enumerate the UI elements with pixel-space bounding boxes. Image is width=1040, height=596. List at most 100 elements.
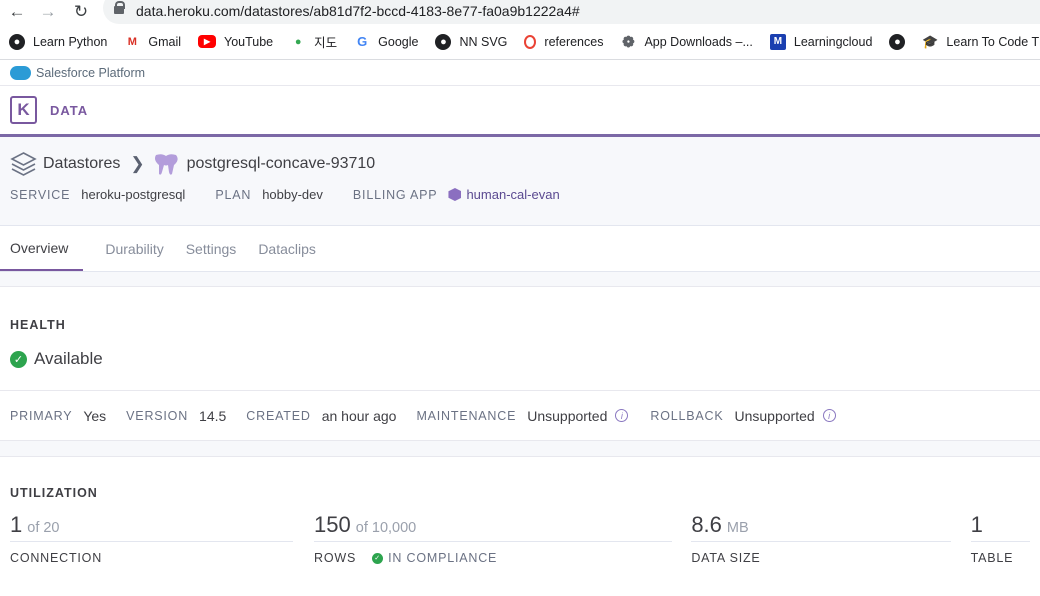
bookmark-google[interactable]: G Google bbox=[354, 34, 418, 50]
bookmark-learningcloud[interactable]: M Learningcloud bbox=[769, 33, 872, 50]
globe-icon: ● bbox=[9, 33, 25, 50]
google-icon: G bbox=[357, 34, 368, 49]
bookmark-nn-svg[interactable]: ● NN SVG bbox=[435, 33, 507, 50]
metric-table: 1 TABLE bbox=[970, 512, 1030, 565]
health-section: HEALTH ✓ Available bbox=[0, 287, 1040, 391]
app-hexagon-icon bbox=[448, 188, 462, 201]
utilization-title: UTILIZATION bbox=[10, 486, 98, 500]
tab-dataclips[interactable]: Dataclips bbox=[258, 226, 316, 271]
tab-overview[interactable]: Overview bbox=[0, 226, 84, 271]
salesforce-label[interactable]: Salesforce Platform bbox=[36, 66, 145, 80]
datastore-name: postgresql-concave-93710 bbox=[186, 155, 376, 172]
section-separator bbox=[0, 440, 1040, 457]
info-version-key: VERSION bbox=[126, 408, 189, 423]
info-created-key: CREATED bbox=[246, 408, 311, 423]
section-separator bbox=[0, 272, 1040, 287]
metric-connection-limit: of 20 bbox=[27, 520, 60, 536]
globe-icon: ● bbox=[435, 33, 452, 50]
metric-rows-label: ROWS bbox=[314, 551, 357, 565]
metric-rows-value: 150 bbox=[314, 512, 351, 537]
data-label[interactable]: DATA bbox=[50, 103, 88, 118]
info-primary-key: PRIMARY bbox=[10, 408, 73, 423]
info-created-value: an hour ago bbox=[321, 407, 397, 424]
bookmark-gmail[interactable]: M Gmail bbox=[124, 34, 181, 50]
metric-rows: 150 of 10,000 ROWS ✓ IN COMPLIANCE bbox=[314, 512, 673, 565]
meta-plan-key: PLAN bbox=[215, 187, 252, 202]
metric-data-size-value: 8.6 bbox=[691, 512, 722, 537]
bookmark-references[interactable]: references bbox=[524, 34, 603, 49]
app-header: K DATA bbox=[0, 86, 1040, 137]
graduation-cap-icon: 🎓 bbox=[922, 33, 939, 49]
tab-settings[interactable]: Settings bbox=[186, 226, 237, 271]
lock-icon bbox=[114, 1, 125, 18]
bookmark-app-downloads[interactable]: ❁ App Downloads –... bbox=[620, 33, 753, 51]
check-circle-icon: ✓ bbox=[10, 350, 27, 368]
forward-arrow-icon[interactable]: → bbox=[37, 2, 59, 22]
meta-service-key: SERVICE bbox=[10, 187, 71, 202]
breadcrumb-datastores[interactable]: Datastores bbox=[43, 155, 120, 173]
metric-rows-limit: of 10,000 bbox=[355, 520, 417, 536]
meta-service-value: heroku-postgresql bbox=[81, 187, 186, 202]
salesforce-cloud-icon bbox=[10, 65, 31, 80]
metric-data-size: 8.6 MB DATA SIZE bbox=[691, 512, 951, 565]
bookmark-learn-to-code[interactable]: 🎓Learn To Code The... bbox=[922, 34, 1040, 50]
gmail-icon: M bbox=[127, 35, 137, 48]
youtube-icon: ▶ bbox=[198, 35, 217, 48]
postgres-icon bbox=[154, 154, 178, 175]
health-status: ✓ Available bbox=[10, 349, 1030, 369]
metric-table-label: TABLE bbox=[970, 551, 1014, 565]
metric-rows-values: 150 of 10,000 bbox=[314, 512, 673, 542]
heroku-logo-icon[interactable]: K bbox=[10, 96, 37, 124]
utilization-metrics: 1 of 20 CONNECTION 150 of 10,000 ROWS ✓ … bbox=[10, 512, 1030, 565]
address-bar[interactable]: data.heroku.com/datastores/ab81d7f2-bccd… bbox=[103, 0, 1040, 24]
bookmarks-bar: ● Learn Python M Gmail ▶ YouTube ● 지도 G Googl… bbox=[0, 24, 1040, 60]
chevron-right-icon: ❯ bbox=[130, 154, 145, 173]
learningcloud-icon: M bbox=[769, 33, 786, 50]
metric-table-values: 1 bbox=[970, 512, 1030, 542]
url-text[interactable]: data.heroku.com/datastores/ab81d7f2-bccd… bbox=[136, 3, 580, 19]
bookmark-globe[interactable]: ● bbox=[889, 33, 906, 50]
meta-billing-key: BILLING APP bbox=[352, 187, 438, 202]
metric-connection-values: 1 of 20 bbox=[10, 512, 294, 542]
gear-icon: ❁ bbox=[622, 33, 635, 51]
meta-billing-app-link[interactable]: human-cal-evan bbox=[466, 187, 559, 202]
reload-icon[interactable]: ↻ bbox=[70, 2, 92, 22]
salesforce-bar: Salesforce Platform bbox=[0, 60, 1040, 86]
info-maintenance-value: Unsupported bbox=[527, 407, 608, 424]
metric-data-size-label: DATA SIZE bbox=[691, 551, 761, 565]
metric-connection: 1 of 20 CONNECTION bbox=[10, 512, 294, 565]
compliance-check-icon: ✓ bbox=[372, 552, 384, 564]
utilization-section: UTILIZATION 1 of 20 CONNECTION 150 of 10… bbox=[0, 457, 1040, 565]
maintenance-info-icon[interactable]: i bbox=[615, 409, 629, 422]
datastore-meta: SERVICE heroku-postgresql PLAN hobby-dev… bbox=[10, 187, 1030, 202]
browser-toolbar: ← → ↻ data.heroku.com/datastores/ab81d7f… bbox=[0, 0, 1040, 24]
bookmark-youtube[interactable]: ▶ YouTube bbox=[198, 35, 273, 49]
globe-icon: ● bbox=[889, 33, 906, 50]
tab-bar: Overview Durability Settings Dataclips bbox=[0, 226, 1040, 272]
health-info-row: PRIMARY Yes VERSION 14.5 CREATED an hour… bbox=[0, 391, 1040, 440]
info-maintenance-key: MAINTENANCE bbox=[416, 408, 517, 423]
meta-plan-value: hobby-dev bbox=[262, 187, 323, 202]
bookmark-maps[interactable]: ● 지도 bbox=[290, 32, 337, 51]
breadcrumb: Datastores ❯ postgresql-concave-93710 bbox=[10, 149, 1030, 179]
maps-icon: ● bbox=[294, 35, 302, 48]
metric-table-value: 1 bbox=[970, 512, 983, 537]
metric-rows-label-row: ROWS ✓ IN COMPLIANCE bbox=[314, 551, 672, 565]
health-status-text: Available bbox=[34, 349, 103, 368]
bookmark-learn-python[interactable]: ● Learn Python bbox=[9, 33, 107, 50]
metric-connection-label: CONNECTION bbox=[10, 551, 103, 565]
metric-connection-value: 1 bbox=[10, 512, 23, 537]
back-arrow-icon[interactable]: ← bbox=[6, 2, 28, 22]
metric-data-size-values: 8.6 MB bbox=[691, 512, 951, 542]
rollback-info-icon[interactable]: i bbox=[822, 409, 836, 422]
info-rollback-key: ROLLBACK bbox=[650, 408, 724, 423]
info-version-value: 14.5 bbox=[199, 407, 227, 424]
tab-durability[interactable]: Durability bbox=[105, 226, 163, 271]
info-primary-value: Yes bbox=[83, 407, 107, 424]
info-rollback-value: Unsupported bbox=[734, 407, 815, 424]
metric-data-size-unit: MB bbox=[726, 520, 749, 536]
references-icon bbox=[524, 34, 537, 49]
compliance-status: IN COMPLIANCE bbox=[388, 551, 498, 565]
health-title: HEALTH bbox=[10, 318, 66, 332]
datastore-header: Datastores ❯ postgresql-concave-93710 SE… bbox=[0, 137, 1040, 226]
